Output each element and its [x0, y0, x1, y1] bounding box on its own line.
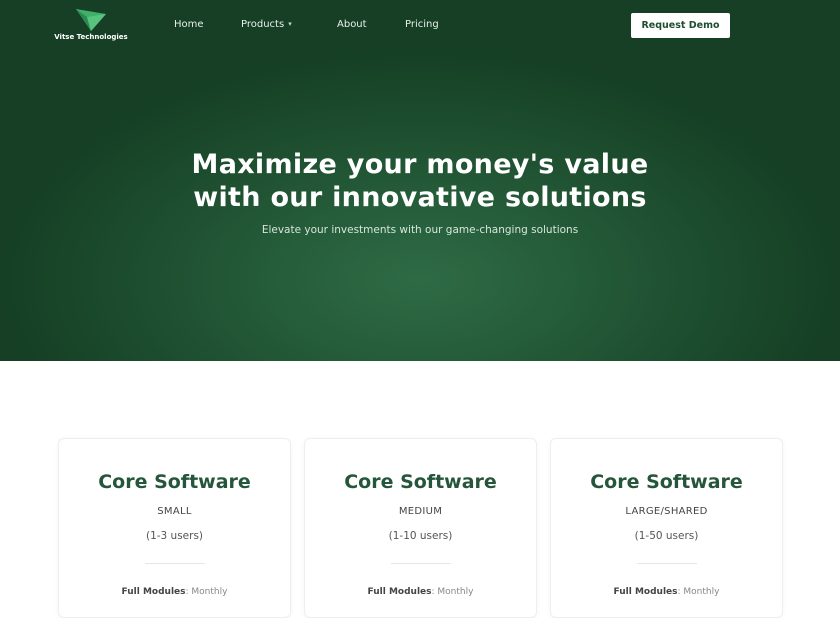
nav-home-link[interactable]: Home	[174, 19, 204, 30]
hero-subtitle: Elevate your investments with our game-c…	[261, 224, 579, 236]
plan-modules-label: Full Modules	[613, 587, 678, 597]
hero-title-line-2: with our innovative solutions	[193, 182, 647, 213]
pricing-card-small: Core Software SMALL (1-3 users) Full Mod…	[58, 438, 291, 618]
plan-tier: SMALL	[157, 506, 192, 517]
hero-section: Vitse Technologies Home Products ▾ About …	[0, 0, 840, 361]
nav-pricing-link[interactable]: Pricing	[405, 19, 439, 30]
nav-products-label: Products	[241, 19, 285, 30]
plan-users: (1-50 users)	[634, 530, 699, 542]
plan-modules-value: Monthly	[437, 587, 474, 597]
request-demo-button[interactable]: Request Demo	[631, 13, 730, 38]
plan-title: Core Software	[344, 471, 497, 493]
plan-title: Core Software	[98, 471, 251, 493]
plan-modules: Full Modules: Monthly	[367, 587, 474, 597]
hero-title-line-1: Maximize your money's value	[191, 149, 649, 180]
brand-name: Vitse Technologies	[54, 33, 128, 41]
hero-title: Maximize your money's value with our inn…	[120, 148, 720, 214]
card-divider	[145, 563, 205, 564]
plan-modules: Full Modules: Monthly	[613, 587, 720, 597]
nav-products-link[interactable]: Products ▾	[241, 19, 292, 30]
plan-modules-label: Full Modules	[367, 587, 432, 597]
plan-users: (1-10 users)	[388, 530, 453, 542]
card-divider	[391, 563, 451, 564]
plan-title: Core Software	[590, 471, 743, 493]
plan-tier: LARGE/SHARED	[625, 506, 708, 517]
card-divider	[637, 563, 697, 564]
pricing-card-large: Core Software LARGE/SHARED (1-50 users) …	[550, 438, 783, 618]
pricing-card-medium: Core Software MEDIUM (1-10 users) Full M…	[304, 438, 537, 618]
plan-modules-value: Monthly	[683, 587, 720, 597]
brand-logo[interactable]: Vitse Technologies	[54, 8, 128, 48]
plan-users: (1-3 users)	[145, 530, 204, 542]
nav-about-link[interactable]: About	[337, 19, 367, 30]
plan-tier: MEDIUM	[398, 506, 443, 517]
v-arrow-logo-icon	[76, 9, 106, 31]
plan-modules-value: Monthly	[191, 587, 228, 597]
plan-modules: Full Modules: Monthly	[121, 587, 228, 597]
chevron-down-icon: ▾	[288, 20, 292, 28]
plan-modules-label: Full Modules	[121, 587, 186, 597]
